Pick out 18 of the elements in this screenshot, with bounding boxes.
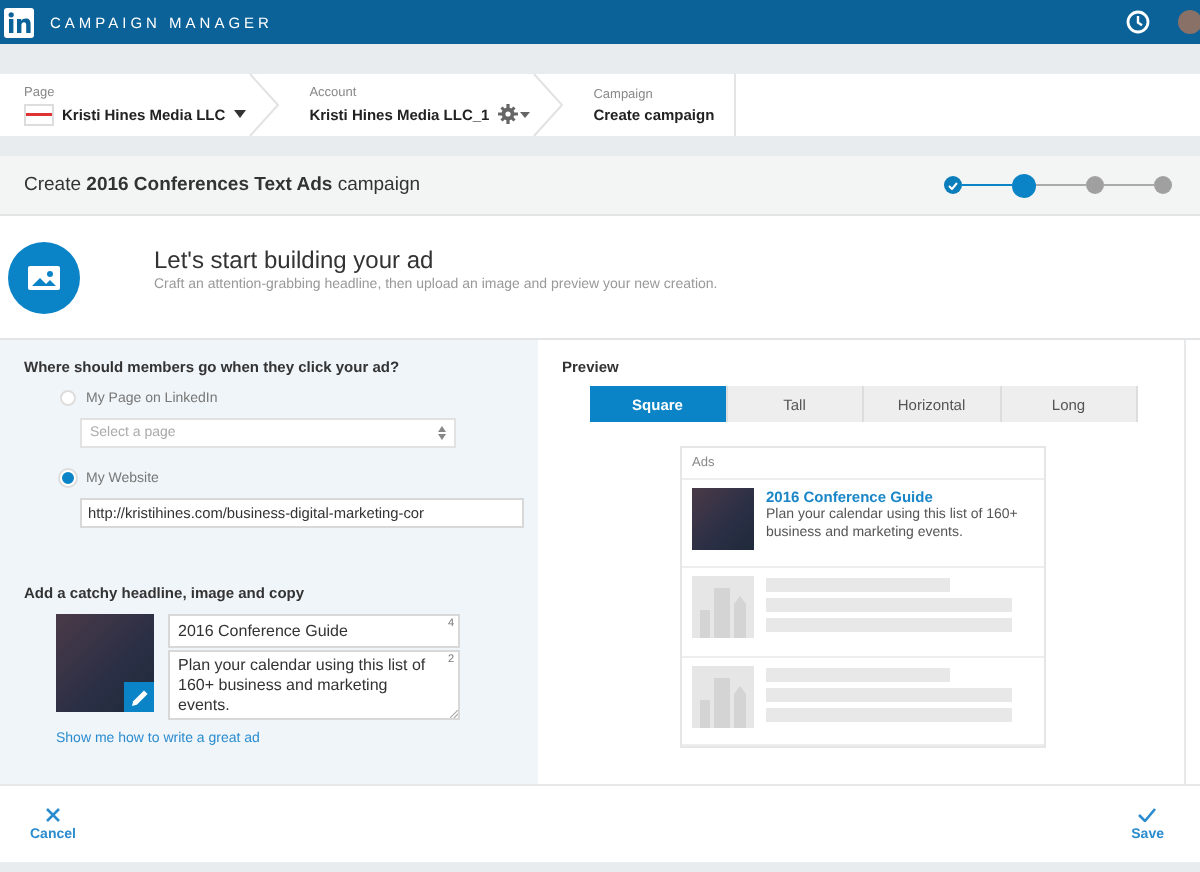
intro-title: Let's start building your ad [154, 246, 436, 274]
gear-icon[interactable] [497, 104, 530, 124]
building-icon [692, 665, 754, 728]
building-icon [692, 576, 754, 639]
edit-image-button[interactable] [124, 682, 154, 712]
close-icon [45, 807, 60, 821]
pencil-icon [131, 689, 147, 705]
page-logo [24, 103, 54, 125]
check-icon [948, 181, 958, 189]
radio-button[interactable] [60, 390, 76, 406]
clock-icon[interactable] [1126, 10, 1150, 34]
caret-icon[interactable] [233, 110, 246, 118]
image-icon [28, 265, 60, 289]
ad-thumbnail [692, 488, 754, 550]
check-icon [1138, 807, 1157, 821]
campaign-heading: Create 2016 Conferences Text Ads campaign [24, 174, 423, 196]
sort-arrows-icon [438, 426, 446, 440]
resize-grip-icon [450, 710, 458, 718]
